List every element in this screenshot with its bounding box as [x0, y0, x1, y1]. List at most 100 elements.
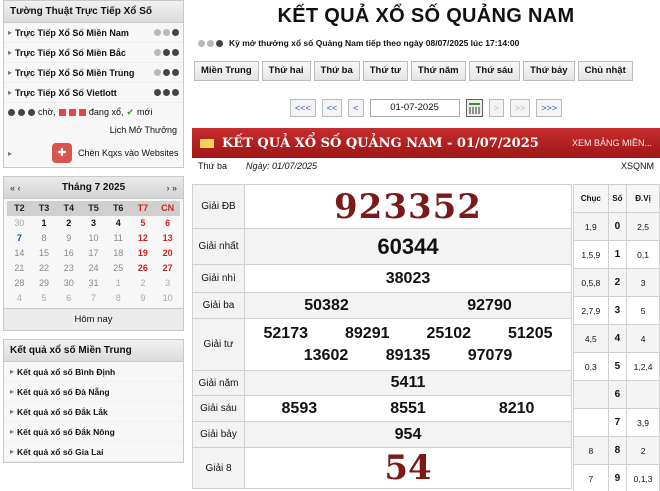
calendar-day[interactable]: 22: [32, 261, 57, 276]
chevron-right-icon: ▸: [10, 367, 15, 376]
calendar-day[interactable]: 2: [131, 276, 156, 291]
calendar-day[interactable]: 1: [32, 216, 57, 231]
calendar-day[interactable]: 7: [81, 291, 106, 306]
sidebar-item-mien-trung[interactable]: ▸ Trực Tiếp Xổ Số Miền Trung: [4, 63, 183, 83]
calendar-day[interactable]: 6: [155, 216, 180, 231]
calendar-day[interactable]: 30: [56, 276, 81, 291]
tab-chu-nhat[interactable]: Chủ nhật: [577, 61, 633, 81]
calendar-icon[interactable]: [465, 99, 483, 117]
prev-month-icon[interactable]: ‹: [18, 183, 21, 193]
calendar-schedule-link[interactable]: Lịch Mở Thưởng: [4, 121, 183, 139]
table-row: Giải 8 54: [192, 447, 572, 489]
list-item[interactable]: ▸ Kết quả xổ số Đắk Nông: [4, 422, 183, 442]
calendar-next-nav[interactable]: › »: [153, 183, 177, 193]
calendar-day[interactable]: 26: [131, 261, 156, 276]
last-page-button[interactable]: >>>: [536, 99, 563, 117]
tab-thu-hai[interactable]: Thứ hai: [261, 61, 311, 81]
calendar-day[interactable]: 10: [81, 231, 106, 246]
next-week-button[interactable]: >>: [509, 99, 531, 117]
tab-thu-ba[interactable]: Thứ ba: [313, 61, 360, 81]
calendar-day[interactable]: 8: [106, 291, 131, 306]
prev-year-icon[interactable]: «: [10, 183, 15, 193]
embed-results-link[interactable]: ▸ ✚ Chèn Kqxs vào Websites: [4, 139, 183, 167]
calendar-day[interactable]: 24: [81, 261, 106, 276]
calendar-day[interactable]: 23: [56, 261, 81, 276]
list-item[interactable]: ▸ Kết quả xổ số Đắk Lắk: [4, 402, 183, 422]
next-month-icon[interactable]: ›: [166, 183, 169, 193]
view-region-link[interactable]: XEM BẢNG MIỀN...: [572, 138, 652, 148]
envelope-icon: [200, 138, 214, 148]
calendar-day[interactable]: 8: [32, 231, 57, 246]
tab-thu-nam[interactable]: Thứ năm: [410, 61, 466, 81]
calendar-day[interactable]: 5: [32, 291, 57, 306]
list-item-label: Kết quả xổ số Đắk Lắk: [17, 406, 108, 417]
calendar-dow: T4: [56, 201, 82, 216]
calendar-day[interactable]: 13: [155, 231, 180, 246]
date-input[interactable]: 01-07-2025: [369, 99, 460, 117]
calendar-day[interactable]: 27: [155, 261, 180, 276]
calendar-day[interactable]: 16: [56, 246, 81, 261]
calendar-day[interactable]: 4: [106, 216, 131, 231]
prev-week-button[interactable]: <<: [321, 99, 343, 117]
calendar-day[interactable]: 6: [56, 291, 81, 306]
list-item[interactable]: ▸ Kết quả xổ số Đà Nẵng: [4, 382, 183, 402]
status-dots-icon: [154, 89, 179, 96]
calendar-day[interactable]: 11: [106, 231, 131, 246]
loto-header: Chục: [573, 184, 609, 213]
next-year-icon[interactable]: »: [172, 183, 177, 193]
calendar-day[interactable]: 30: [7, 216, 32, 231]
sidebar-item-mien-bac[interactable]: ▸ Trực Tiếp Xổ Số Miền Bắc: [4, 43, 183, 63]
next-day-button[interactable]: >: [488, 99, 504, 117]
tab-thu-tu[interactable]: Thứ tư: [362, 61, 408, 81]
sidebar-item-mien-nam[interactable]: ▸ Trực Tiếp Xổ Số Miền Nam: [4, 23, 183, 43]
list-item[interactable]: ▸ Kết quả xổ số Gia Lai: [4, 442, 183, 462]
calendar-day[interactable]: 31: [81, 276, 106, 291]
list-item[interactable]: ▸ Kết quả xổ số Bình Định: [4, 362, 183, 382]
table-row: 2,7,9 3 5: [573, 296, 660, 325]
calendar-prev-nav[interactable]: « ‹: [10, 183, 34, 193]
calendar-day[interactable]: 20: [155, 246, 180, 261]
first-page-button[interactable]: <<<: [289, 99, 316, 117]
calendar-day[interactable]: 28: [7, 276, 32, 291]
results-table: Giải ĐB 923352 Giải nhất 60344 Giải nhì …: [192, 184, 572, 489]
calendar-day[interactable]: 7: [7, 231, 32, 246]
calendar-day[interactable]: 2: [56, 216, 81, 231]
calendar-day[interactable]: 19: [131, 246, 156, 261]
prize-name: Giải nhì: [192, 264, 245, 293]
fourth-prize-value: 89291: [345, 324, 390, 342]
list-item-label: Kết quả xổ số Đắk Nông: [17, 426, 115, 437]
loto-table: Chục Số Đ.Vị 1,9 0 2,5 1,5,9 1 0,1 0,5,8 2 3 2,7,9 3 5…: [573, 184, 660, 491]
legend-new: mới: [137, 107, 153, 117]
check-icon: ✔: [126, 106, 134, 117]
calendar-day[interactable]: 9: [56, 231, 81, 246]
tab-thu-bay[interactable]: Thứ bảy: [523, 61, 575, 81]
calendar-day[interactable]: 18: [106, 246, 131, 261]
calendar-day[interactable]: 21: [7, 261, 32, 276]
calendar-day[interactable]: 14: [7, 246, 32, 261]
today-button[interactable]: Hôm nay: [4, 308, 183, 330]
tab-mien-trung[interactable]: Miền Trung: [194, 61, 259, 81]
calendar-day[interactable]: 10: [155, 291, 180, 306]
table-row: 1,5,9 1 0,1: [573, 240, 660, 269]
calendar-day[interactable]: 9: [131, 291, 156, 306]
calendar-day[interactable]: 3: [81, 216, 106, 231]
calendar-day[interactable]: 12: [131, 231, 156, 246]
loto-cell: 5: [626, 296, 660, 325]
tab-thu-sau[interactable]: Thứ sáu: [468, 61, 521, 81]
calendar-day[interactable]: 17: [81, 246, 106, 261]
status-dots-icon: [154, 69, 179, 76]
calendar-day[interactable]: 3: [155, 276, 180, 291]
table-row: 882: [573, 436, 660, 465]
calendar-day[interactable]: 25: [106, 261, 131, 276]
prev-day-button[interactable]: <: [348, 99, 364, 117]
chevron-right-icon: ▸: [8, 88, 13, 97]
calendar-day[interactable]: 1: [106, 276, 131, 291]
status-legend: chờ, đang xổ, ✔ mới: [4, 103, 183, 121]
calendar-day[interactable]: 4: [7, 291, 32, 306]
sidebar-item-vietlott[interactable]: ▸ Trực Tiếp Xổ Số Vietlott: [4, 83, 183, 103]
calendar-month-label: Tháng 7 2025: [61, 182, 126, 193]
calendar-day[interactable]: 5: [131, 216, 156, 231]
calendar-day[interactable]: 29: [32, 276, 57, 291]
calendar-day[interactable]: 15: [32, 246, 57, 261]
loto-cell: 4,5: [573, 324, 609, 353]
